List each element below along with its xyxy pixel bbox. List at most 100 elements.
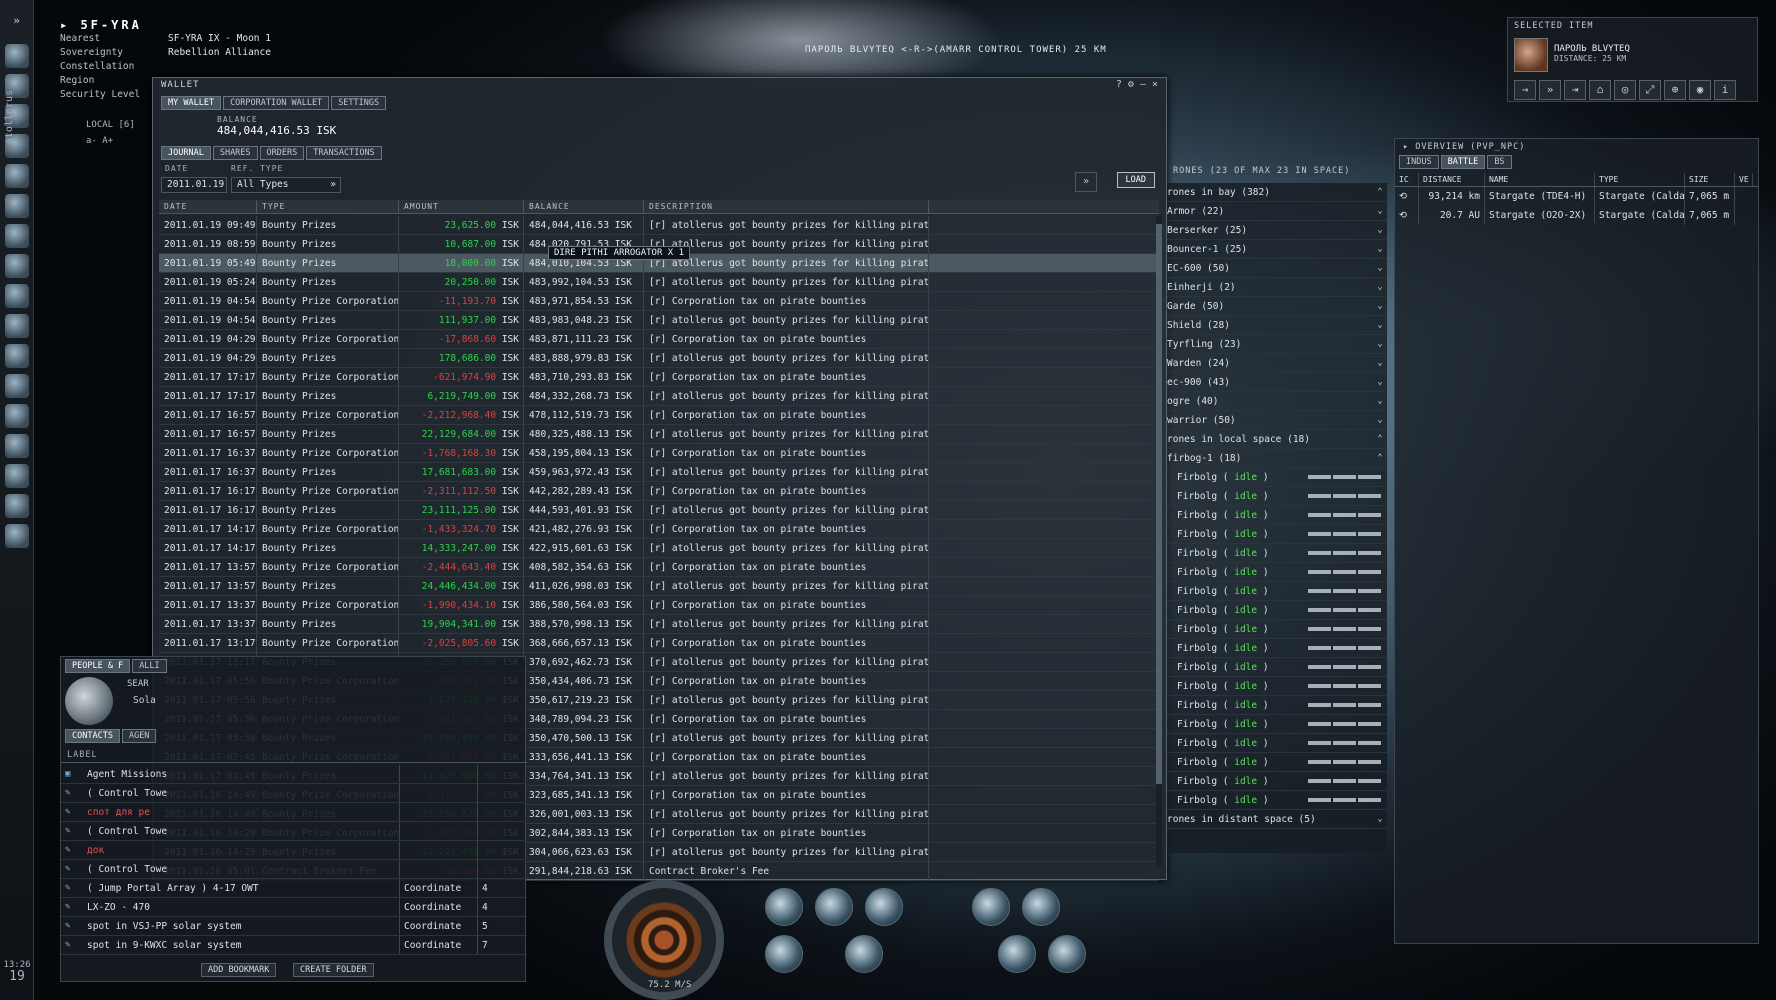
drone-group[interactable]: Bouncer-1 (25) ⌄ [1167, 240, 1387, 259]
drone-item[interactable]: Firbolg ( idle ) [1167, 487, 1387, 506]
table-row[interactable]: 2011.01.17 17:17 Bounty Prizes 6,219,749.0… [159, 387, 1159, 406]
system-name[interactable]: ▸ 5F-YRA [60, 18, 320, 32]
drone-item[interactable]: Firbolg ( idle ) [1167, 791, 1387, 810]
minimize-icon[interactable]: – [1140, 79, 1146, 90]
collapse-icon[interactable]: ⌃ [1373, 430, 1387, 449]
local-chat-title[interactable]: LOCAL [6] [86, 120, 156, 130]
settings-icon[interactable]: ⚙ [1128, 79, 1134, 90]
drone-item[interactable]: Firbolg ( idle ) [1167, 715, 1387, 734]
drone-item[interactable]: Firbolg ( idle ) [1167, 582, 1387, 601]
tab-battle[interactable]: BATTLE [1440, 155, 1486, 169]
space-target-label[interactable]: ПАРОЛЬ BLVYTEQ <-R->(AMARR CONTROL TOWER… [805, 45, 1107, 55]
module-icon[interactable] [1048, 935, 1086, 973]
expand-icon[interactable]: ⌄ [1373, 240, 1387, 259]
table-row[interactable]: 2011.01.17 13:37 Bounty Prize Corporation… [159, 596, 1159, 615]
expand-icon[interactable]: ⌄ [1373, 373, 1387, 392]
collapse-icon[interactable]: ⌃ [1373, 183, 1387, 202]
help-icon[interactable]: ? [1116, 79, 1122, 90]
tab-people[interactable]: PEOPLE & F [65, 659, 131, 673]
overview-row[interactable]: ⟲ 20.7 AU Stargate (O2O-2X) Stargate (Calda… [1395, 206, 1758, 225]
table-row[interactable]: 2011.01.17 14:17 Bounty Prize Corporation… [159, 520, 1159, 539]
drone-group[interactable]: rones in local space (18) ⌃ [1167, 430, 1387, 449]
column-balance[interactable]: BALANCE [524, 200, 644, 213]
tab-transactions[interactable]: TRANSACTIONS [306, 146, 382, 160]
table-row[interactable]: 2011.01.19 04:29 Bounty Prize Corporation… [159, 330, 1159, 349]
drone-item[interactable]: Firbolg ( idle ) [1167, 544, 1387, 563]
neocom-icon[interactable] [4, 434, 29, 458]
drone-item[interactable]: Firbolg ( idle ) [1167, 658, 1387, 677]
drone-item[interactable]: Firbolg ( idle ) [1167, 563, 1387, 582]
neocom-icon[interactable] [4, 284, 29, 308]
module-icon[interactable] [815, 888, 853, 926]
drone-group[interactable]: Warden (24) ⌄ [1167, 354, 1387, 373]
column-type[interactable]: TYPE [257, 200, 399, 213]
drone-item[interactable]: Firbolg ( idle ) [1167, 734, 1387, 753]
neocom-icon[interactable] [4, 344, 29, 368]
forward-icon[interactable]: » [1075, 172, 1097, 192]
table-row[interactable]: 2011.01.17 13:57 Bounty Prizes 24,446,434.… [159, 577, 1159, 596]
table-row[interactable]: 2011.01.19 04:54 Bounty Prize Corporation… [159, 292, 1159, 311]
drone-group[interactable]: rones in bay (382) ⌃ [1167, 183, 1387, 202]
bookmark-row[interactable]: ✎ ( Control Towe [61, 784, 527, 803]
neocom-icon[interactable] [4, 224, 29, 248]
date-field[interactable]: 2011.01.19 [161, 177, 227, 193]
drone-item[interactable]: Firbolg ( idle ) [1167, 639, 1387, 658]
drone-item[interactable]: Firbolg ( idle ) [1167, 753, 1387, 772]
tab-indus[interactable]: INDUS [1399, 155, 1439, 169]
drone-group[interactable]: Armor (22) ⌄ [1167, 202, 1387, 221]
expand-icon[interactable]: ⌄ [1373, 221, 1387, 240]
table-row[interactable]: 2011.01.17 13:17 Bounty Prize Corporation… [159, 634, 1159, 653]
column-date[interactable]: DATE [159, 200, 257, 213]
bookmark-row[interactable]: ✎ ( Jump Portal Array ) 4-17 OWT Coordinat… [61, 879, 527, 898]
drone-item[interactable]: Firbolg ( idle ) [1167, 677, 1387, 696]
neocom-icon[interactable] [4, 494, 29, 518]
drone-group[interactable]: Berserker (25) ⌄ [1167, 221, 1387, 240]
table-row[interactable]: 2011.01.17 16:37 Bounty Prize Corporation… [159, 444, 1159, 463]
look-at-icon[interactable]: ◉ [1689, 80, 1711, 100]
drone-item[interactable]: Firbolg ( idle ) [1167, 468, 1387, 487]
expand-icon[interactable]: ⌄ [1373, 411, 1387, 430]
neocom-icon[interactable] [4, 314, 29, 338]
module-icon[interactable] [845, 935, 883, 973]
drone-item[interactable]: Firbolg ( idle ) [1167, 601, 1387, 620]
load-button[interactable]: LOAD [1116, 172, 1155, 188]
bookmark-row[interactable]: ▣ Agent Missions [61, 765, 527, 784]
expand-icon[interactable]: ⌄ [1373, 354, 1387, 373]
target-portrait[interactable] [1514, 38, 1548, 72]
bookmark-row[interactable]: ✎ спот для ре [61, 803, 527, 822]
drone-item[interactable]: Firbolg ( idle ) [1167, 696, 1387, 715]
orbit-icon[interactable]: ◎ [1614, 80, 1636, 100]
neocom-icon[interactable] [4, 44, 29, 68]
table-row[interactable]: 2011.01.17 16:57 Bounty Prizes 22,129,684.… [159, 425, 1159, 444]
expand-icon[interactable]: ⌄ [1373, 202, 1387, 221]
drone-group[interactable]: Einherji (2) ⌄ [1167, 278, 1387, 297]
drone-item[interactable]: Firbolg ( idle ) [1167, 506, 1387, 525]
range-icon[interactable]: ⤢ [1639, 80, 1661, 100]
info-icon[interactable]: i [1714, 80, 1736, 100]
column-description[interactable]: DESCRIPTION [644, 200, 929, 213]
drone-group[interactable]: ogre (40) ⌄ [1167, 392, 1387, 411]
module-icon[interactable] [1022, 888, 1060, 926]
add-bookmark-button[interactable]: ADD BOOKMARK [201, 963, 277, 977]
bookmark-row[interactable]: ✎ док [61, 841, 527, 860]
neocom-icon[interactable] [4, 374, 29, 398]
location-value[interactable]: SF-YRA IX - Moon 1 [168, 32, 271, 46]
overview-row[interactable]: ⟲ 93,214 km Stargate (TDE4-H) Stargate (Cal… [1395, 187, 1758, 206]
table-row[interactable]: 2011.01.19 05:24 Bounty Prizes 20,250.00 I… [159, 273, 1159, 292]
warp-icon[interactable]: » [1539, 80, 1561, 100]
expand-icon[interactable]: » [5, 14, 29, 38]
table-row[interactable]: 2011.01.17 13:57 Bounty Prize Corporation… [159, 558, 1159, 577]
expand-icon[interactable]: ⌄ [1373, 316, 1387, 335]
journal-scrollbar[interactable] [1156, 216, 1162, 866]
scroll-thumb[interactable] [1156, 224, 1162, 784]
tab-my-wallet[interactable]: MY WALLET [161, 96, 222, 110]
table-row[interactable]: 2011.01.17 16:17 Bounty Prize Corporation… [159, 482, 1159, 501]
label-column[interactable]: LABEL [61, 747, 527, 763]
drone-item[interactable]: Firbolg ( idle ) [1167, 525, 1387, 544]
location-value[interactable]: Rebellion Alliance [168, 46, 271, 60]
drone-item[interactable]: Firbolg ( idle ) [1167, 620, 1387, 639]
drone-item[interactable]: Firbolg ( idle ) [1167, 772, 1387, 791]
table-row[interactable]: 2011.01.17 16:17 Bounty Prizes 23,111,125.… [159, 501, 1159, 520]
target-icon[interactable]: ⊕ [1664, 80, 1686, 100]
tab-contacts[interactable]: CONTACTS [65, 729, 120, 743]
